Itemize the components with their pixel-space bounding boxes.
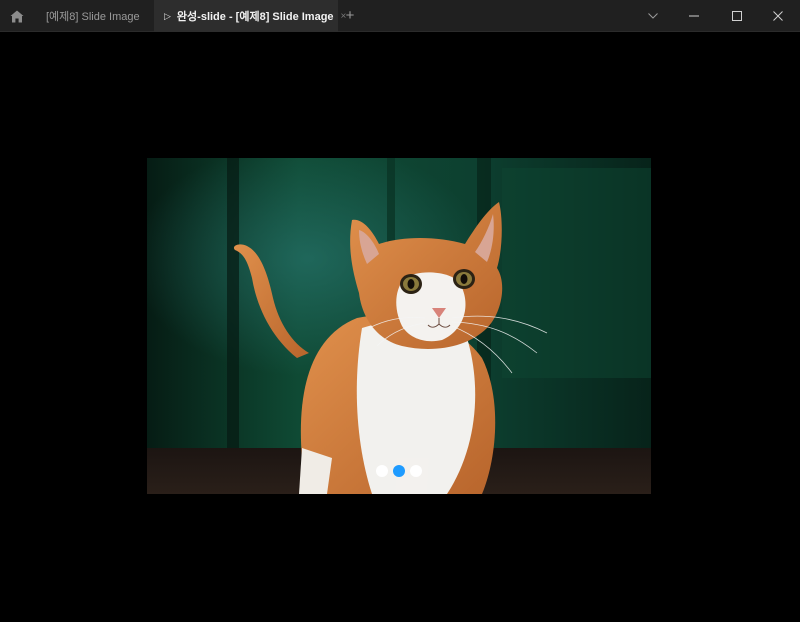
minimize-icon (689, 15, 699, 17)
slide-indicator-1[interactable] (376, 465, 388, 477)
home-icon (10, 10, 24, 22)
maximize-button[interactable] (716, 0, 758, 32)
maximize-icon (732, 11, 742, 21)
new-tab-button[interactable]: + (342, 7, 358, 25)
close-icon (773, 11, 783, 21)
tab-slide-image[interactable]: [예제8] Slide Image (34, 0, 154, 32)
tab-label: 완성-slide - [예제8] Slide Image (176, 11, 334, 23)
play-icon: ▷ (164, 10, 171, 21)
chevron-down-icon (648, 13, 658, 19)
tab-completed-slide[interactable]: ▷ 완성-slide - [예제8] Slide Image × (154, 0, 346, 32)
title-bar: [예제8] Slide Image ▷ 완성-slide - [예제8] Sli… (0, 0, 800, 32)
image-slider (147, 158, 651, 494)
slide-indicator-2[interactable] (393, 465, 405, 477)
close-window-button[interactable] (757, 0, 799, 32)
tab-label: [예제8] Slide Image (46, 11, 140, 23)
home-button[interactable] (0, 0, 34, 32)
minimize-button[interactable] (673, 0, 715, 32)
slide-indicators (147, 465, 651, 477)
slide-image (147, 158, 651, 494)
slide-indicator-3[interactable] (410, 465, 422, 477)
tab-list-dropdown-button[interactable] (632, 0, 674, 32)
